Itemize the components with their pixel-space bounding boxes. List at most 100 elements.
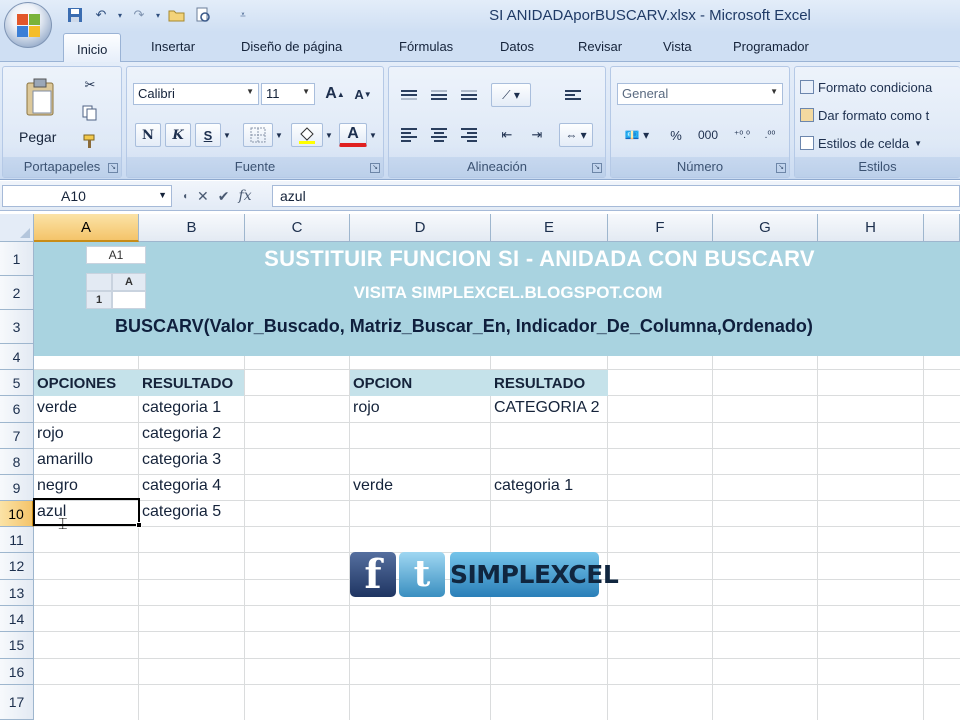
- currency-format-button[interactable]: 💶 ▾: [617, 123, 657, 147]
- name-box[interactable]: A10 ▼: [2, 185, 172, 207]
- borders-dropdown-icon[interactable]: ▼: [273, 123, 285, 147]
- tab-formulas[interactable]: Fórmulas: [399, 39, 453, 54]
- row-header-16[interactable]: 16: [0, 659, 34, 685]
- align-bottom-icon[interactable]: [455, 83, 483, 107]
- align-top-icon[interactable]: [395, 83, 423, 107]
- align-center-icon[interactable]: [425, 123, 453, 147]
- cell-a7[interactable]: rojo: [34, 422, 64, 448]
- tab-vista[interactable]: Vista: [663, 39, 692, 54]
- row-header-11[interactable]: 11: [0, 527, 34, 553]
- increase-indent-icon[interactable]: ⇥: [523, 123, 551, 147]
- row-header-2[interactable]: 2: [0, 276, 34, 310]
- font-size-dropdown[interactable]: 11 ▼: [261, 83, 315, 105]
- grow-font-button[interactable]: A ▲: [323, 82, 347, 106]
- fill-color-button[interactable]: [291, 123, 323, 147]
- number-format-dropdown[interactable]: General ▼: [617, 83, 783, 105]
- number-launcher-icon[interactable]: ↘: [776, 163, 786, 173]
- cell-b10[interactable]: categoria 5: [139, 500, 221, 526]
- fill-handle[interactable]: [136, 522, 142, 528]
- wrap-text-icon[interactable]: [559, 83, 587, 107]
- tab-programador[interactable]: Programador: [733, 39, 809, 54]
- column-header-b[interactable]: B: [139, 214, 245, 242]
- percent-button[interactable]: %: [663, 123, 689, 147]
- row-header-14[interactable]: 14: [0, 606, 34, 632]
- borders-button[interactable]: [243, 123, 273, 147]
- splitter-handle-icon[interactable]: ◖: [182, 191, 188, 202]
- alignment-launcher-icon[interactable]: ↘: [592, 163, 602, 173]
- tab-revisar[interactable]: Revisar: [578, 39, 622, 54]
- font-launcher-icon[interactable]: ↘: [370, 163, 380, 173]
- merge-center-button[interactable]: ⇔ ▾: [559, 123, 593, 147]
- align-middle-icon[interactable]: [425, 83, 453, 107]
- cell-d6[interactable]: rojo: [350, 396, 380, 422]
- clipboard-launcher-icon[interactable]: ↘: [108, 163, 118, 173]
- align-left-icon[interactable]: [395, 123, 423, 147]
- row-header-7[interactable]: 7: [0, 423, 34, 449]
- table-header-opcion[interactable]: OPCION: [350, 370, 491, 396]
- insert-function-icon[interactable]: fx: [239, 188, 252, 204]
- enter-icon[interactable]: ✔: [218, 188, 230, 205]
- column-header-a[interactable]: A: [34, 214, 139, 242]
- cell-styles-button[interactable]: Estilos de celda ▼: [799, 131, 949, 155]
- orientation-button[interactable]: ⟋ ▾: [491, 83, 531, 107]
- conditional-format-button[interactable]: Formato condiciona: [799, 75, 960, 99]
- cancel-icon[interactable]: ✕: [197, 188, 209, 205]
- column-header-partial[interactable]: [924, 214, 960, 242]
- tab-inicio[interactable]: Inicio: [63, 33, 122, 63]
- formula-input[interactable]: azul: [272, 185, 960, 207]
- row-header-10[interactable]: 10: [0, 501, 34, 527]
- column-header-h[interactable]: H: [818, 214, 924, 242]
- underline-dropdown-icon[interactable]: ▼: [221, 123, 233, 147]
- column-header-e[interactable]: E: [491, 214, 608, 242]
- tab-insertar[interactable]: Insertar: [151, 39, 195, 54]
- column-header-g[interactable]: G: [713, 214, 818, 242]
- table-header-opciones[interactable]: OPCIONES: [34, 370, 139, 396]
- cut-icon[interactable]: ✂: [79, 73, 101, 97]
- row-header-5[interactable]: 5: [0, 370, 34, 396]
- underline-button[interactable]: S: [195, 123, 221, 147]
- row-header-1[interactable]: 1: [0, 242, 34, 276]
- row-header-3[interactable]: 3: [0, 310, 34, 344]
- shrink-font-button[interactable]: A ▼: [351, 82, 375, 106]
- cell-b7[interactable]: categoria 2: [139, 422, 221, 448]
- paste-button[interactable]: Pegar: [15, 75, 63, 155]
- cell-a9[interactable]: negro: [34, 474, 78, 500]
- row-header-17[interactable]: 17: [0, 685, 34, 720]
- tab-datos[interactable]: Datos: [500, 39, 534, 54]
- cell-e6[interactable]: CATEGORIA 2: [491, 396, 600, 422]
- italic-button[interactable]: K: [165, 123, 191, 147]
- decrease-indent-icon[interactable]: ⇤: [493, 123, 521, 147]
- row-header-12[interactable]: 12: [0, 553, 34, 580]
- fill-color-dropdown-icon[interactable]: ▼: [323, 123, 335, 147]
- row-header-4[interactable]: 4: [0, 344, 34, 370]
- format-as-table-button[interactable]: Dar formato como t: [799, 103, 960, 127]
- copy-icon[interactable]: [79, 101, 101, 125]
- row-header-8[interactable]: 8: [0, 449, 34, 475]
- format-painter-icon[interactable]: [79, 129, 101, 153]
- cell-b9[interactable]: categoria 4: [139, 474, 221, 500]
- row-header-6[interactable]: 6: [0, 396, 34, 423]
- row-header-13[interactable]: 13: [0, 580, 34, 606]
- bold-button[interactable]: N: [135, 123, 161, 147]
- cell-d9[interactable]: verde: [350, 474, 393, 500]
- tab-diseno-pagina[interactable]: Diseño de página: [241, 39, 342, 54]
- font-color-dropdown-icon[interactable]: ▼: [367, 123, 379, 147]
- cell-a8[interactable]: amarillo: [34, 448, 93, 474]
- increase-decimal-icon[interactable]: ⁺⁰.⁰: [729, 123, 755, 147]
- cell-e9[interactable]: categoria 1: [491, 474, 573, 500]
- column-header-f[interactable]: F: [608, 214, 713, 242]
- font-name-dropdown[interactable]: Calibri ▼: [133, 83, 259, 105]
- align-right-icon[interactable]: [455, 123, 483, 147]
- table-header-resultado[interactable]: RESULTADO: [139, 370, 244, 396]
- column-header-c[interactable]: C: [245, 214, 350, 242]
- cell-b6[interactable]: categoria 1: [139, 396, 221, 422]
- select-all-corner[interactable]: [0, 214, 34, 242]
- cell-b8[interactable]: categoria 3: [139, 448, 221, 474]
- cell-a6[interactable]: verde: [34, 396, 77, 422]
- font-color-button[interactable]: A: [339, 123, 367, 147]
- decrease-decimal-icon[interactable]: .⁰⁰: [757, 123, 783, 147]
- office-button[interactable]: [4, 2, 52, 48]
- table-header-resultado-lookup[interactable]: RESULTADO: [491, 370, 608, 396]
- thousands-separator-button[interactable]: 000: [693, 123, 723, 147]
- column-header-d[interactable]: D: [350, 214, 491, 242]
